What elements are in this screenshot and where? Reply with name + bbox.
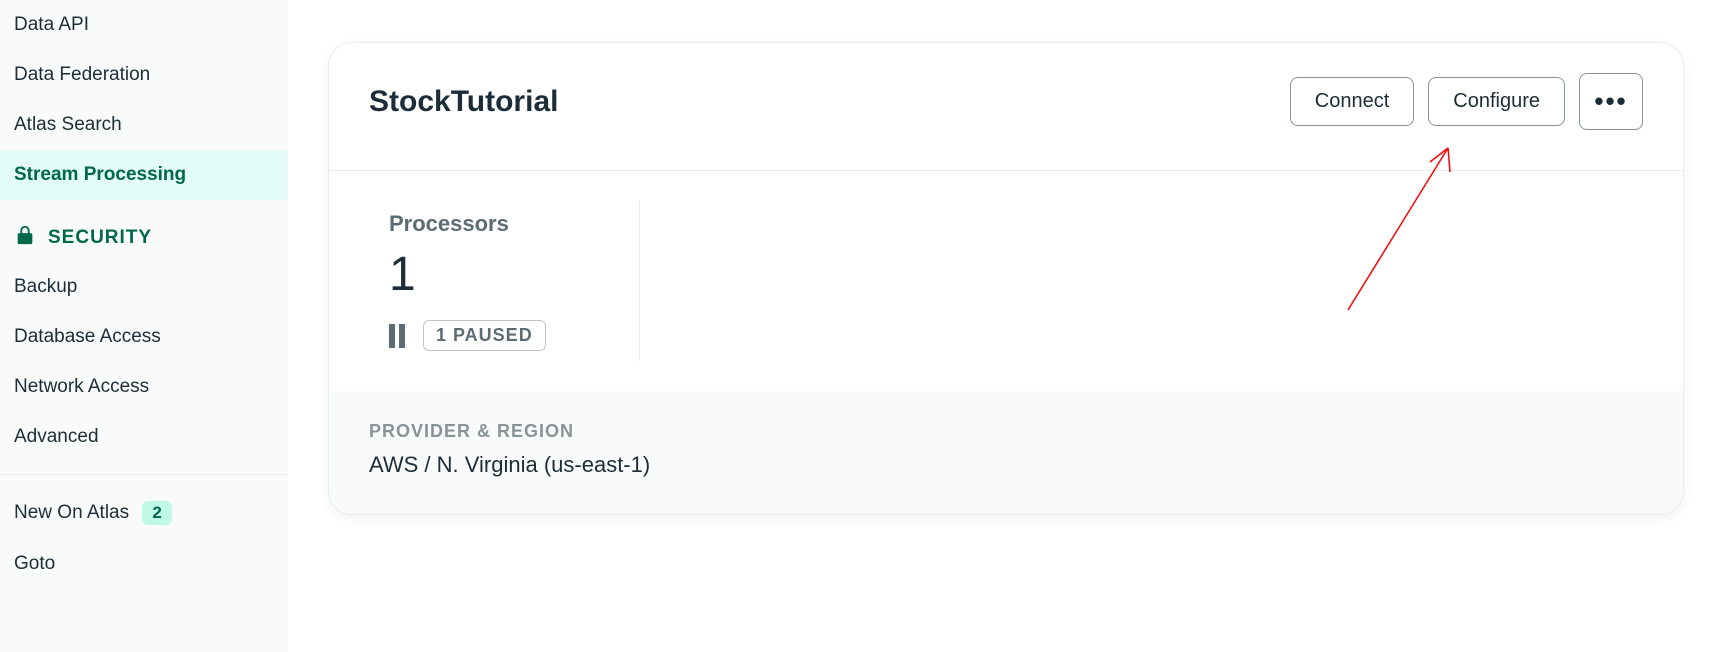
instance-title: StockTutorial	[369, 85, 558, 119]
sidebar-item-data-federation[interactable]: Data Federation	[0, 50, 288, 100]
card-footer: PROVIDER & REGION AWS / N. Virginia (us-…	[329, 391, 1683, 514]
processors-label: Processors	[389, 211, 546, 237]
card-actions: Connect Configure •••	[1290, 73, 1643, 130]
provider-value: AWS / N. Virginia (us-east-1)	[369, 452, 1643, 478]
lock-icon	[14, 224, 36, 252]
connect-button[interactable]: Connect	[1290, 77, 1415, 126]
processors-stat: Processors 1 1 PAUSED	[389, 211, 606, 351]
sidebar-item-new-on-atlas[interactable]: New On Atlas 2	[0, 487, 288, 539]
stat-divider	[639, 201, 640, 361]
card-body: Processors 1 1 PAUSED	[329, 171, 1683, 391]
pause-icon	[389, 324, 405, 348]
sidebar-item-backup[interactable]: Backup	[0, 262, 288, 312]
new-on-atlas-badge: 2	[142, 501, 171, 525]
sidebar-item-stream-processing[interactable]: Stream Processing	[0, 150, 288, 200]
paused-badge: 1 PAUSED	[423, 320, 546, 351]
sidebar-item-network-access[interactable]: Network Access	[0, 362, 288, 412]
provider-label: PROVIDER & REGION	[369, 421, 1643, 442]
card-header: StockTutorial Connect Configure •••	[329, 43, 1683, 171]
instance-card: StockTutorial Connect Configure ••• Proc…	[328, 42, 1684, 515]
sidebar-item-advanced[interactable]: Advanced	[0, 412, 288, 462]
sidebar-item-goto[interactable]: Goto	[0, 539, 288, 575]
processor-status-row: 1 PAUSED	[389, 320, 546, 351]
configure-button[interactable]: Configure	[1428, 77, 1565, 126]
processors-value: 1	[389, 247, 546, 302]
sidebar-divider	[0, 474, 288, 475]
sidebar-item-atlas-search[interactable]: Atlas Search	[0, 100, 288, 150]
sidebar: Data API Data Federation Atlas Search St…	[0, 0, 288, 652]
more-menu-button[interactable]: •••	[1579, 73, 1643, 130]
sidebar-security-label: SECURITY	[48, 227, 152, 249]
sidebar-item-database-access[interactable]: Database Access	[0, 312, 288, 362]
ellipsis-icon: •••	[1594, 86, 1627, 117]
main-content: StockTutorial Connect Configure ••• Proc…	[288, 0, 1724, 652]
sidebar-item-data-api[interactable]: Data API	[0, 0, 288, 50]
new-on-atlas-label: New On Atlas	[14, 502, 129, 523]
sidebar-section-security: SECURITY	[0, 200, 288, 262]
